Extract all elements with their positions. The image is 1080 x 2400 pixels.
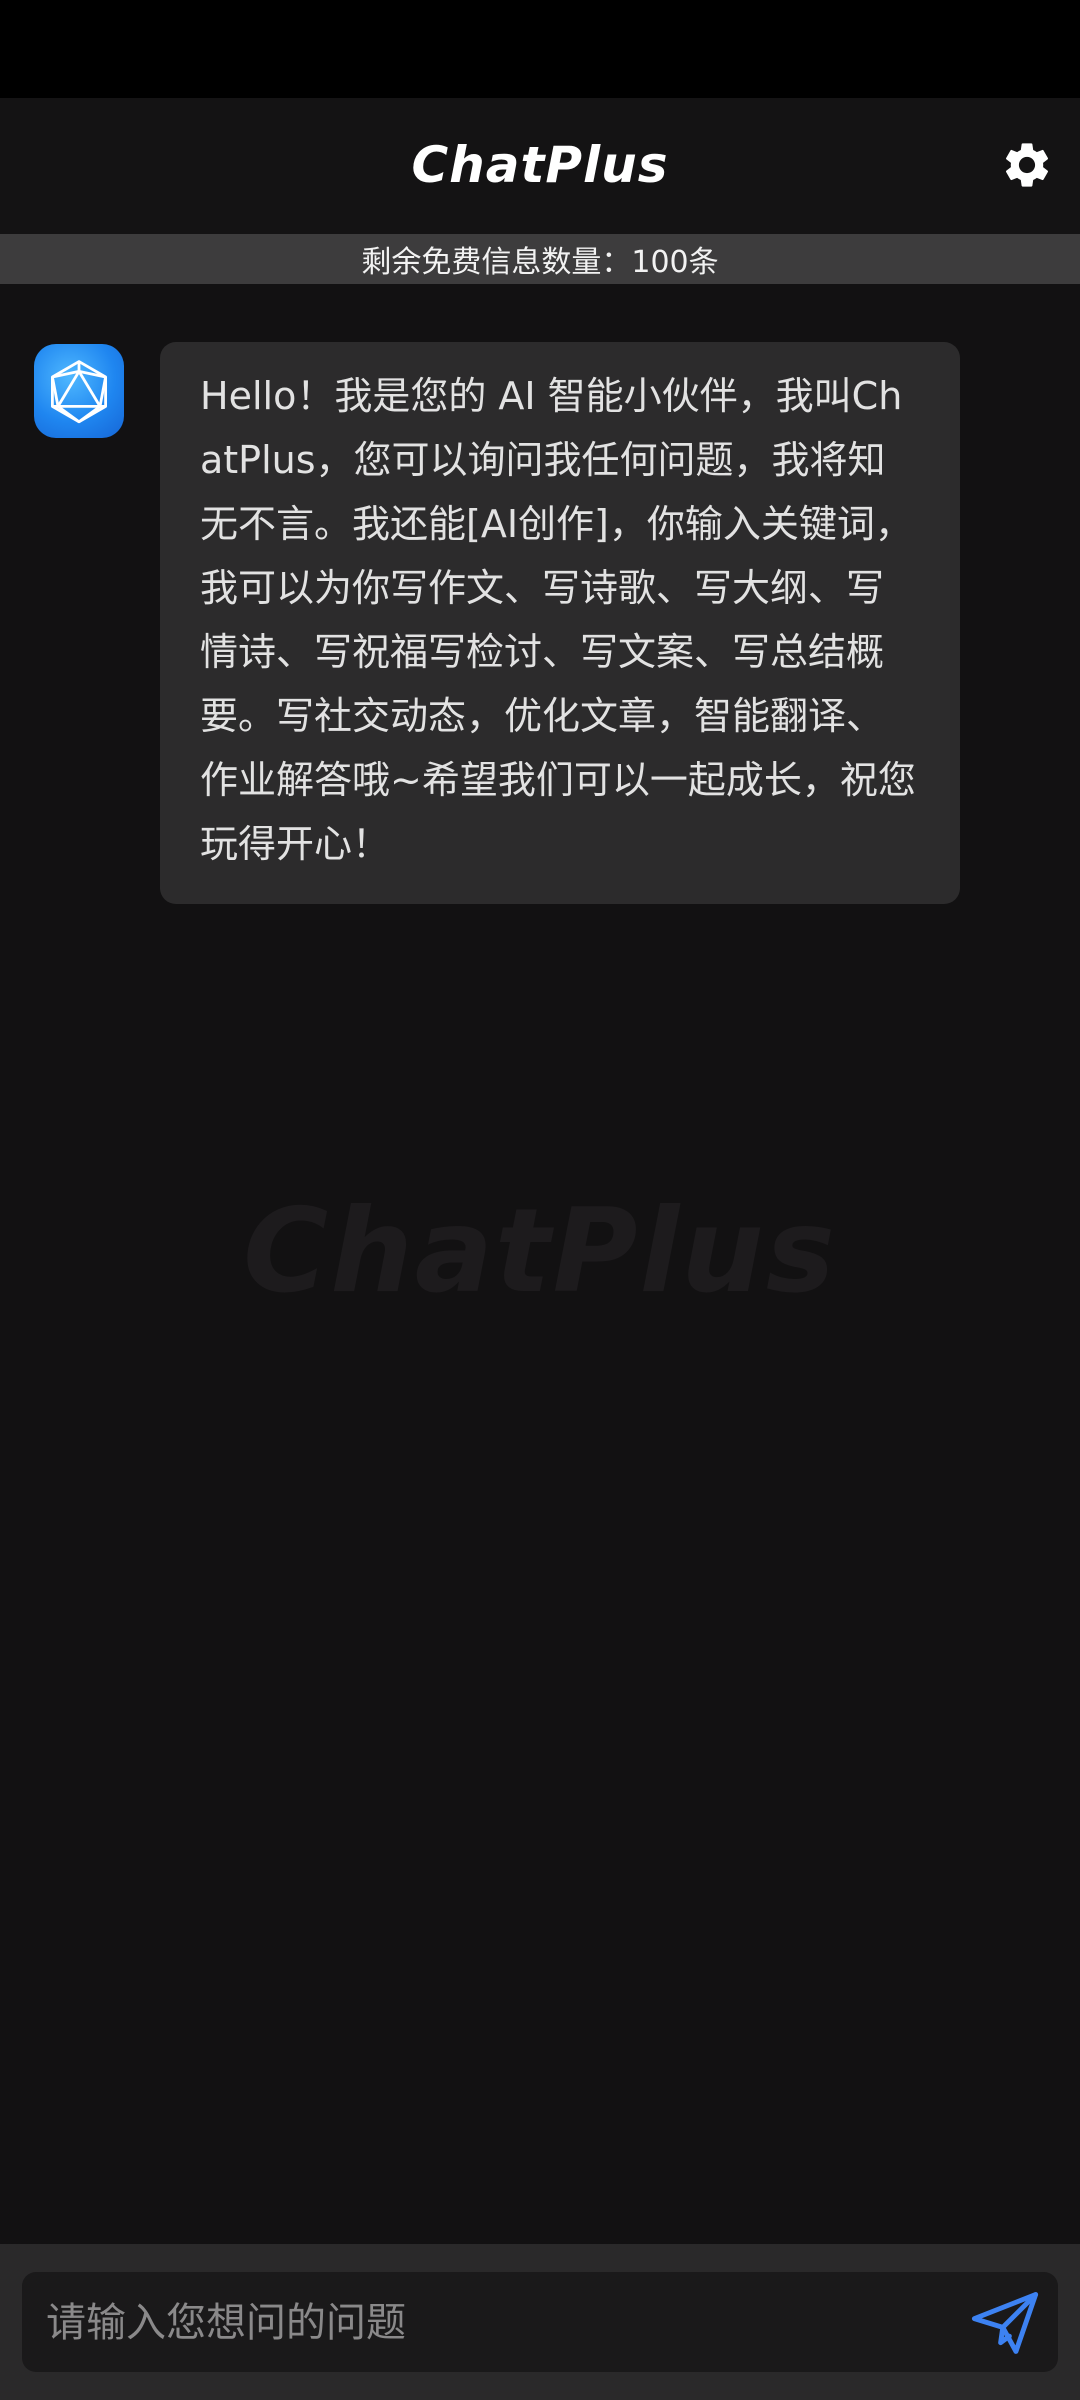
free-quota-banner: 剩余免费信息数量：100条	[0, 234, 1080, 284]
composer-bar	[0, 2244, 1080, 2400]
send-button[interactable]	[968, 2288, 1042, 2358]
chat-area[interactable]: Hello！我是您的 AI 智能小伙伴，我叫ChatPlus，您可以询问我任何问…	[0, 284, 1080, 2244]
message-input-container	[22, 2272, 1058, 2374]
assistant-message-bubble: Hello！我是您的 AI 智能小伙伴，我叫ChatPlus，您可以询问我任何问…	[160, 342, 960, 904]
free-quota-text: 剩余免费信息数量：100条	[361, 245, 719, 280]
icosahedron-icon	[51, 360, 107, 424]
paper-plane-icon	[971, 2292, 1039, 2354]
gear-icon	[1005, 143, 1049, 187]
status-bar	[0, 0, 1080, 98]
watermark-logo: ChatPlus	[243, 1184, 837, 1319]
assistant-avatar	[34, 344, 124, 438]
settings-button[interactable]	[998, 136, 1056, 194]
app-title: ChatPlus	[411, 136, 669, 194]
message-input[interactable]	[44, 2272, 948, 2374]
app-header: ChatPlus	[0, 98, 1080, 234]
